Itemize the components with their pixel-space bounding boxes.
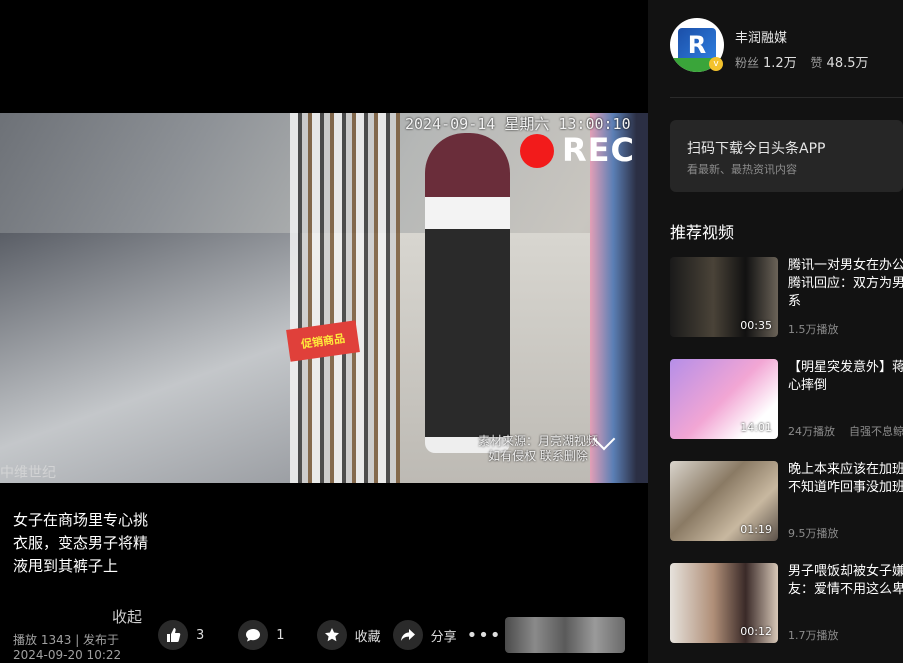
- video-scene-shelf: [0, 233, 300, 483]
- recommend-meta: 24万播放 自强不息鲸: [788, 423, 903, 439]
- play-count: 播放 1343: [13, 633, 72, 647]
- video-title: 女子在商场里专心挑衣服，变态男子将精液甩到其裤子上: [13, 511, 149, 575]
- recommend-plays: 1.5万播放: [788, 323, 839, 336]
- comment-count: 1: [276, 627, 285, 643]
- recommend-title[interactable]: 腾讯一对男女在办公 腾讯回应：双方为男 系: [788, 257, 903, 311]
- recommend-title-line: 友：爱情不用这么卑: [788, 582, 903, 597]
- duration-badge: 14:01: [740, 421, 772, 434]
- rec-label: REC: [562, 131, 635, 169]
- recommend-meta: 1.7万播放: [788, 627, 839, 643]
- recommend-plays: 24万播放: [788, 425, 835, 438]
- likes-count: 48.5万: [826, 56, 869, 71]
- app-download-title: 扫码下载今日头条APP: [687, 141, 826, 157]
- app-download-subtitle: 看最新、最热资讯内容: [687, 163, 797, 176]
- recommend-thumbnail[interactable]: 00:35: [670, 257, 778, 337]
- share-label: 分享: [430, 629, 457, 645]
- fans-count: 1.2万: [763, 56, 797, 71]
- recommend-title-line: 【明星突发意外】蒋: [788, 360, 903, 375]
- video-frame[interactable]: 促销商品 2024-09-14 星期六 13:00:10 REC 素材来源：月亮…: [0, 113, 648, 483]
- video-scene-clothes-rack: [290, 113, 400, 483]
- more-options-icon[interactable]: •••: [467, 625, 502, 646]
- recommend-meta: 1.5万播放: [788, 321, 839, 337]
- camera-watermark: 中维世纪: [0, 465, 56, 481]
- recommend-item[interactable]: 00:12 男子喂饭却被女子嫌 友：爱情不用这么卑 1.7万播放: [670, 563, 903, 645]
- recommend-plays: 1.7万播放: [788, 629, 839, 642]
- watermark-line-2: 如有侵权 联系删除: [488, 449, 588, 463]
- video-scene-person: [425, 133, 510, 453]
- likes-label: 赞: [810, 56, 823, 70]
- star-icon: [316, 620, 347, 650]
- video-meta: 播放 1343 | 发布于 2024-09-20 10:22: [13, 633, 153, 663]
- recommend-item[interactable]: 01:19 晚上本来应该在加班 不知道咋回事没加班 9.5万播放: [670, 461, 903, 543]
- share-button[interactable]: 分享: [392, 620, 457, 650]
- recommend-title[interactable]: 【明星突发意外】蒋 心摔倒: [788, 359, 903, 413]
- recommend-title-line: 男子喂饭却被女子嫌: [788, 564, 903, 579]
- duration-badge: 01:19: [740, 523, 772, 536]
- recommend-title-line: 腾讯一对男女在办公: [788, 258, 903, 273]
- like-button[interactable]: 3: [158, 620, 204, 650]
- author-stats: 粉丝 1.2万 赞 48.5万: [735, 52, 879, 71]
- recommend-heading: 推荐视频: [670, 223, 735, 242]
- action-bar: 3 1 收藏 分享 •••: [158, 620, 501, 650]
- share-icon: [392, 620, 423, 650]
- collect-label: 收藏: [354, 629, 381, 645]
- verified-badge-icon: v: [709, 57, 723, 71]
- blurred-region: [505, 617, 625, 653]
- collapse-button[interactable]: 收起: [112, 606, 142, 627]
- recommend-item[interactable]: 00:35 腾讯一对男女在办公 腾讯回应：双方为男 系 1.5万播放: [670, 257, 903, 339]
- recommend-title-line: 腾讯回应：双方为男: [788, 276, 903, 291]
- watermark-line-1: 素材来源：月亮湖视频: [478, 434, 599, 448]
- recommend-thumbnail[interactable]: 14:01: [670, 359, 778, 439]
- app-download-card[interactable]: 扫码下载今日头条APP 看最新、最热资讯内容: [670, 120, 903, 192]
- sidebar-divider: [670, 97, 903, 98]
- comment-icon: [238, 620, 269, 650]
- recommend-title-line: 心摔倒: [788, 378, 828, 393]
- recommend-title-line: 晚上本来应该在加班: [788, 462, 903, 477]
- fans-label: 粉丝: [735, 56, 760, 70]
- recommend-thumbnail[interactable]: 00:12: [670, 563, 778, 643]
- source-watermark: 素材来源：月亮湖视频 如有侵权 联系删除: [478, 434, 598, 464]
- duration-badge: 00:12: [740, 625, 772, 638]
- recommend-item[interactable]: 14:01 【明星突发意外】蒋 心摔倒 24万播放 自强不息鲸: [670, 359, 903, 441]
- recommend-title-line: 不知道咋回事没加班: [788, 480, 903, 495]
- comment-button[interactable]: 1: [238, 620, 285, 650]
- duration-badge: 00:35: [740, 319, 772, 332]
- author-name[interactable]: 丰润融媒: [735, 27, 787, 46]
- collect-button[interactable]: 收藏: [316, 620, 381, 650]
- meta-separator: |: [75, 633, 84, 647]
- recommend-title[interactable]: 男子喂饭却被女子嫌 友：爱情不用这么卑: [788, 563, 903, 617]
- like-count: 3: [196, 627, 205, 643]
- recommend-title[interactable]: 晚上本来应该在加班 不知道咋回事没加班: [788, 461, 903, 515]
- recommend-author[interactable]: 自强不息鲸: [849, 425, 903, 438]
- rec-dot-icon: [520, 134, 554, 168]
- author-logo-icon: R: [678, 28, 716, 62]
- recommend-meta: 9.5万播放: [788, 525, 839, 541]
- recommend-thumbnail[interactable]: 01:19: [670, 461, 778, 541]
- recommend-plays: 9.5万播放: [788, 527, 839, 540]
- video-player[interactable]: 促销商品 2024-09-14 星期六 13:00:10 REC 素材来源：月亮…: [0, 0, 648, 663]
- thumbs-up-icon: [158, 620, 188, 650]
- recommend-title-line: 系: [788, 294, 802, 309]
